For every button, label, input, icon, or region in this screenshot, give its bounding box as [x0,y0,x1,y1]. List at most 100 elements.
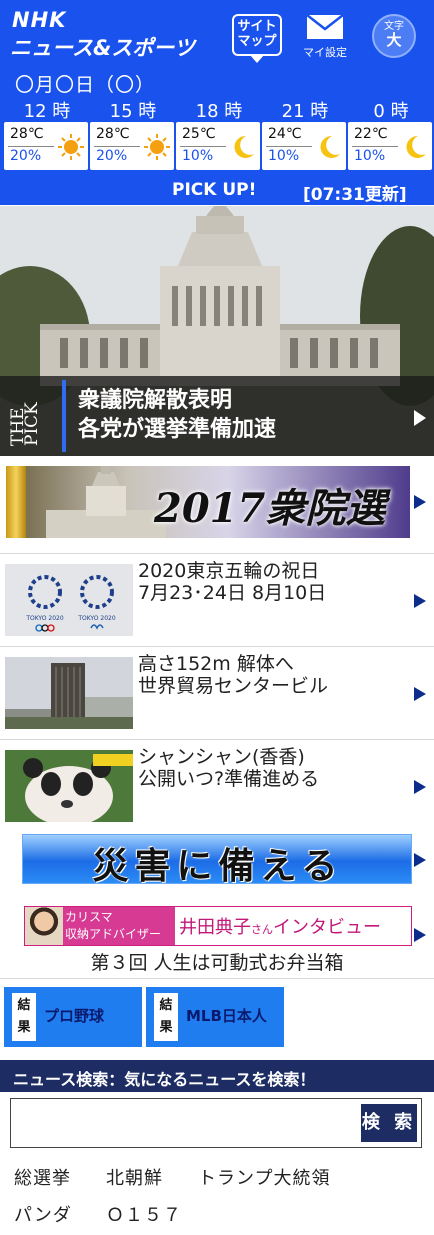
arrow-right-icon [414,410,426,426]
arrow-right-icon [414,928,426,942]
text-size-large: 大 [386,31,402,49]
my-settings-button[interactable]: マイ設定 [298,12,352,59]
interview-banner[interactable]: カリスマ 収納アドバイザー 井田典子さんインタビュー [24,906,412,946]
news-line-2: 公開いつ?準備進める [138,768,320,790]
results-tag: 結 果 [12,993,36,1041]
news-line-1: シャンシャン(香香) [138,746,305,768]
mlb-results-button[interactable]: 結 果 MLB日本人 [146,987,284,1047]
sun-icon [144,134,170,160]
disaster-prep-banner[interactable]: 災害に備える [22,834,412,887]
role-line-2: 収納アドバイザー [65,927,162,941]
forecast-cell[interactable]: 28℃ 20% [4,122,88,170]
hero-line-1: 衆議院解散表明 [78,388,233,413]
mail-icon [306,14,344,39]
logo-news-sports: ニュース&スポーツ [10,36,195,60]
interview-title: 井田典子さんインタビュー [179,913,381,939]
election-banner[interactable]: 2017衆院選 [6,466,410,538]
my-settings-label: マイ設定 [303,46,347,59]
results-tag-1: 結 [159,998,173,1013]
news-line-1: 2020東京五輪の祝日 [138,560,320,582]
forecast-cell[interactable]: 24℃ 10% [262,122,346,170]
caption-accent-bar [62,380,66,452]
moon-icon [320,135,340,158]
forecast-temp: 25℃ [182,126,216,142]
hero-article[interactable]: THE PICK 衆議院解散表明 各党が選挙準備加速 [0,206,434,456]
keyword-link[interactable]: トランプ大統領 [198,1164,330,1190]
tokyo2020-emblem-icon: TOKYO 2020 TOKYO 2020 [5,564,133,636]
news-line-1: 高さ152m 解体へ [138,653,294,675]
news-title: シャンシャン(香香) 公開いつ?準備進める [138,746,319,790]
forecast-precip: 10% [268,148,300,164]
panda-photo [5,750,133,822]
sitemap-label-1: サイト [237,19,277,34]
forecast-cell[interactable]: 22℃ 10% [348,122,432,170]
hero-line-2: 各党が選挙準備加速 [78,417,277,442]
logo-nhk: NHK [12,8,67,32]
the-pick-pick: PICK [22,402,42,446]
list-item[interactable]: 高さ152m 解体へ 世界貿易センタービル [0,646,434,738]
forecast-cell[interactable]: 25℃ 10% [176,122,260,170]
forecast-temp: 28℃ [96,126,130,142]
forecast-divider [266,146,312,147]
npb-results-button[interactable]: 結 果 プロ野球 [4,987,142,1047]
forecast-hour: 12 時 [23,101,71,122]
weather-date: 〇月〇日（〇） [15,74,156,96]
nhk-logo[interactable]: NHK ニュース&スポーツ [10,8,220,60]
honorific: さん [251,923,273,936]
score-links: 結 果 プロ野球 結 果 MLB日本人 [0,978,434,1054]
tokyo2020-thumb: TOKYO 2020 TOKYO 2020 [5,564,133,636]
arrow-right-icon [414,780,426,794]
forecast-temp: 22℃ [354,126,388,142]
election-title: 2017衆院選 [154,485,386,532]
sun-icon [58,134,84,160]
interviewee-name: 井田典子 [179,917,251,938]
list-item[interactable]: シャンシャン(香香) 公開いつ?準備進める [0,739,434,831]
diet-building-illustration [46,466,166,538]
hero-headline: 衆議院解散表明 各党が選挙準備加速 [78,386,276,444]
results-tag: 結 果 [154,993,178,1041]
disaster-title: 災害に備える [92,846,344,887]
interviewee-photo [25,907,63,945]
panda-thumb [5,750,133,822]
mlb-label: MLB日本人 [186,1007,267,1025]
text-size-button[interactable]: 文字 大 [372,14,416,58]
keyword-link[interactable]: 北朝鮮 [106,1164,163,1190]
forecast-divider [8,146,54,147]
the-pick-badge: THE PICK [2,382,42,452]
forecast-temp: 28℃ [10,126,44,142]
news-line-2: 世界貿易センタービル [138,675,329,697]
list-item[interactable]: TOKYO 2020 TOKYO 2020 2020東京五輪の祝日 7月23･2… [0,553,434,645]
role-line-1: カリスマ [65,910,113,924]
forecast-divider [94,146,140,147]
updated-time: [07:31更新] [303,185,407,205]
arrow-right-icon [414,853,426,867]
hero-caption: THE PICK 衆議院解散表明 各党が選挙準備加速 [0,376,434,456]
results-tag-2: 果 [17,1020,31,1035]
building-photo [5,657,133,729]
gold-stripe [6,466,26,538]
search-heading: ニュース検索：気になるニュースを検索！ [0,1060,434,1092]
keyword-link[interactable]: パンダ [14,1201,72,1227]
keyword-link[interactable]: Ｏ１５７ [106,1201,182,1227]
interview-label: インタビュー [273,917,381,938]
keyword-link[interactable]: 総選挙 [14,1164,71,1190]
forecast-divider [352,146,398,147]
moon-icon [406,135,426,158]
arrow-right-icon [414,594,426,608]
results-tag-1: 結 [17,998,31,1013]
search-button[interactable]: 検 索 [361,1104,417,1142]
pickup-label: PICK UP! [172,180,257,200]
forecast-divider [180,146,226,147]
interview-subtitle[interactable]: 第３回 人生は可動式お弁当箱 [0,948,434,975]
page: NHK ニュース&スポーツ サイト マップ マイ設定 文字 大 〇月〇日（〇） … [0,0,434,1235]
arrow-right-icon [414,687,426,701]
news-title: 2020東京五輪の祝日 7月23･24日 8月10日 [138,560,326,604]
forecast-precip: 20% [10,148,42,164]
emblem-caption: TOKYO 2020 [25,615,64,622]
search-form: 検 索 [10,1098,422,1148]
sitemap-button[interactable]: サイト マップ [232,14,282,63]
search-input[interactable] [17,1105,357,1141]
forecast-hour: 21 時 [281,101,329,122]
moon-icon [234,135,254,158]
forecast-cell[interactable]: 28℃ 20% [90,122,174,170]
